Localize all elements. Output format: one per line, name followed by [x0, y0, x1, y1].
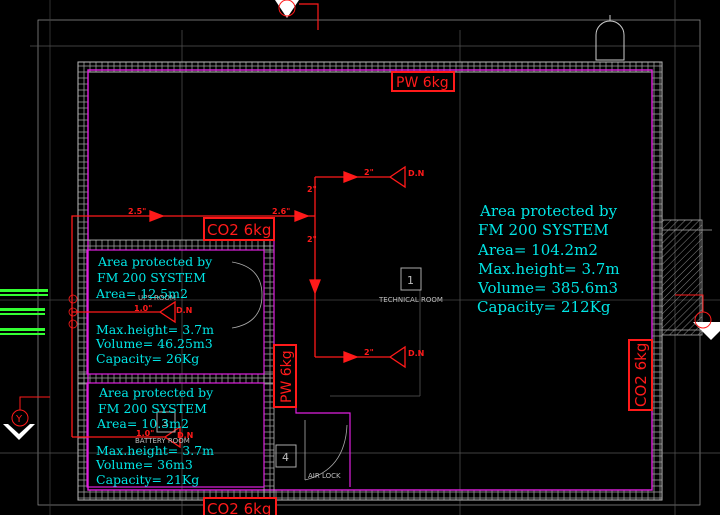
air-lock-number: 4: [282, 451, 289, 464]
detector-letter: Y: [15, 414, 23, 425]
pipe-size-main-2: 2.6": [272, 207, 290, 216]
note-line: Volume= 36m3: [95, 457, 193, 472]
note-line: Capacity= 21Kg: [96, 472, 199, 487]
note-line: Volume= 46.25m3: [95, 336, 213, 351]
nozzle-label-2: D.N: [408, 349, 424, 358]
technical-room-number: 1: [407, 274, 414, 287]
note-line: Area protected by: [97, 254, 213, 269]
pipe-size-main-1: 2.5": [128, 207, 146, 216]
note-line: FM 200 SYSTEM: [478, 221, 609, 239]
note-line: Area= 12.5m2: [95, 286, 188, 301]
note-line: Capacity= 26Kg: [96, 351, 199, 366]
nozzle-label-1: D.N: [408, 169, 424, 178]
pipe-size-riser-down: 2": [307, 235, 317, 244]
top-elements: [275, 0, 625, 61]
battery-room-note: Area protected by FM 200 SYSTEM Area= 10…: [95, 385, 214, 487]
note-line: Area protected by: [479, 202, 618, 220]
entrance-door: [661, 219, 712, 336]
note-line: Max.height= 3.7m: [96, 322, 214, 337]
legend-green: [0, 289, 78, 335]
ups-room-note: Area protected by FM 200 SYSTEM Area= 12…: [95, 254, 214, 366]
co2-extinguisher-mid: CO2 6kg: [207, 221, 271, 239]
note-line: Max.height= 3.7m: [478, 260, 620, 278]
note-line: Area= 104.2m2: [477, 241, 598, 259]
co2-extinguisher-bottom: CO2 6kg: [207, 500, 271, 515]
note-line: Volume= 385.6m3: [477, 279, 618, 297]
note-line: FM 200 SYSTEM: [97, 270, 206, 285]
technical-room-label: TECHNICAL ROOM: [378, 296, 443, 304]
pipe-size-branch-top: 2": [364, 168, 374, 177]
note-line: Area protected by: [98, 385, 214, 400]
air-lock-label: AIR LOCK: [308, 472, 341, 480]
pipe-size-branch-bottom: 2": [364, 348, 374, 357]
note-line: Capacity= 212Kg: [477, 298, 611, 316]
detector-symbol: Y: [3, 396, 50, 440]
floor-plan-drawing: Y 2.5" 2.6" 2" 2" 2" 2" 1.0" 1.0" D.N D.…: [0, 0, 720, 515]
ups-door: [231, 261, 263, 329]
technical-room-note: Area protected by FM 200 SYSTEM Area= 10…: [477, 202, 620, 316]
note-line: Max.height= 3.7m: [96, 443, 214, 458]
air-lock-door: [304, 420, 348, 481]
pw-extinguisher-side: PW 6kg: [279, 350, 295, 403]
pipe-size-ups: 1.0": [134, 304, 152, 313]
nozzle-label-3: D.N: [176, 306, 192, 315]
pw-extinguisher-top: PW 6kg: [396, 75, 449, 91]
co2-extinguisher-right: CO2 6kg: [632, 343, 650, 407]
note-line: FM 200 SYSTEM: [98, 401, 207, 416]
note-line: Area= 10.3m2: [96, 416, 189, 431]
pipe-size-riser-up: 2": [307, 185, 317, 194]
